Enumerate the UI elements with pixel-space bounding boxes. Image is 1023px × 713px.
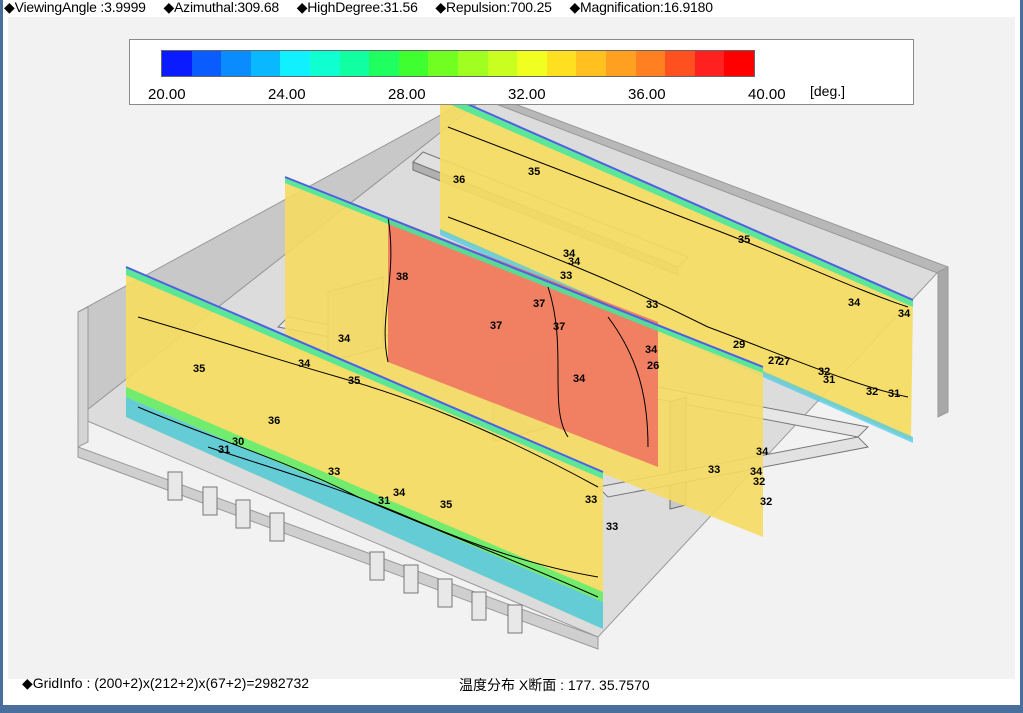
- contour-label: 37: [533, 298, 545, 310]
- contour-label: 31: [888, 388, 900, 400]
- legend-swatch: [724, 51, 754, 76]
- contour-label: 35: [193, 363, 205, 375]
- azimuthal-readout: ◆Azimuthal:309.68: [163, 0, 279, 15]
- contour-label: 33: [708, 464, 720, 476]
- room-left-side-wall: [77, 306, 89, 448]
- contour-label: 34: [568, 256, 581, 268]
- temperature-scene[interactable]: 35 35 35 34 34 36 37 37 37 38 34 34 35 36 33 34 34 33 34 33…: [8, 17, 1015, 679]
- window-bottom-border: [0, 705, 1023, 713]
- legend-tick: 24.00: [268, 86, 306, 103]
- legend-swatch: [576, 51, 606, 76]
- contour-label: 33: [560, 270, 572, 282]
- contour-label: 34: [393, 487, 406, 499]
- magnification-readout: ◆Magnification:16.9180: [569, 0, 713, 15]
- legend-swatch: [665, 51, 695, 76]
- color-legend: 20.00 24.00 28.00 32.00 36.00 40.00 [deg…: [129, 39, 914, 105]
- legend-tick: 32.00: [508, 86, 546, 103]
- section-info-text: 温度分布 X断面 : 177. 35.7570: [459, 677, 650, 693]
- legend-swatch: [635, 51, 666, 76]
- view-parameters-bar: ◆ViewingAngle :3.9999 ◆Azimuthal:309.68 …: [4, 0, 1019, 17]
- contour-label: 37: [490, 320, 502, 332]
- contour-label: 36: [453, 174, 465, 186]
- contour-label: 38: [396, 271, 408, 283]
- contour-label: 31: [218, 444, 230, 456]
- legend-swatch: [605, 51, 636, 76]
- repulsion-readout: ◆Repulsion:700.25: [435, 0, 552, 15]
- legend-swatch: [398, 51, 429, 76]
- contour-label: 31: [378, 495, 390, 507]
- contour-label: 33: [606, 521, 618, 533]
- legend-swatch: [162, 51, 192, 76]
- legend-swatch: [369, 51, 399, 76]
- contour-label: 34: [848, 297, 861, 309]
- legend-swatch: [191, 51, 222, 76]
- legend-swatch: [546, 51, 577, 76]
- contour-label: 33: [646, 299, 658, 311]
- legend-tick: 36.00: [628, 86, 666, 103]
- contour-label: 29: [733, 339, 745, 351]
- contour-label: 32: [866, 386, 878, 398]
- legend-swatch: [250, 51, 281, 76]
- contour-label: 34: [645, 344, 658, 356]
- legend-swatch: [339, 51, 370, 76]
- contour-label: 27: [778, 356, 790, 368]
- contour-label: 33: [328, 466, 340, 478]
- legend-swatch: [280, 51, 310, 76]
- contour-label: 34: [298, 358, 311, 370]
- contour-label: 31: [823, 374, 835, 386]
- legend-swatch: [309, 51, 340, 76]
- contour-label: 37: [553, 321, 565, 333]
- 3d-viewport[interactable]: 35 35 35 34 34 36 37 37 37 38 34 34 35 36 33 34 34 33 34 33…: [8, 17, 1015, 679]
- viewing-angle-readout: ◆ViewingAngle :3.9999: [4, 0, 146, 15]
- color-scale-bar: [161, 50, 755, 77]
- legend-tick: 20.00: [148, 86, 186, 103]
- legend-swatch: [457, 51, 488, 76]
- contour-label: 33: [585, 494, 597, 506]
- legend-tick: 40.00: [748, 86, 786, 103]
- contour-label: 35: [528, 166, 540, 178]
- contour-label: 35: [440, 499, 452, 511]
- room-right-wall: [937, 266, 949, 418]
- contour-label: 35: [738, 234, 750, 246]
- high-degree-readout: ◆HighDegree:31.56: [296, 0, 418, 15]
- legend-swatch: [694, 51, 725, 76]
- grid-info-text: ◆GridInfo : (200+2)x(212+2)x(67+2)=29827…: [22, 675, 310, 691]
- contour-label: 35: [348, 375, 360, 387]
- legend-unit: [deg.]: [810, 83, 846, 99]
- legend-swatch: [221, 51, 251, 76]
- contour-label: 34: [338, 333, 351, 345]
- contour-label: 36: [268, 415, 280, 427]
- contour-label: 34: [756, 446, 769, 458]
- contour-label: 32: [760, 496, 772, 508]
- contour-label: 26: [647, 360, 659, 372]
- legend-tick: 28.00: [388, 86, 426, 103]
- contour-label: 34: [750, 466, 763, 478]
- contour-label: 34: [573, 373, 586, 385]
- contour-label: 34: [898, 308, 911, 320]
- contour-label: 30: [232, 436, 244, 448]
- legend-swatch: [428, 51, 458, 76]
- legend-swatch: [487, 51, 518, 76]
- legend-swatch: [517, 51, 547, 76]
